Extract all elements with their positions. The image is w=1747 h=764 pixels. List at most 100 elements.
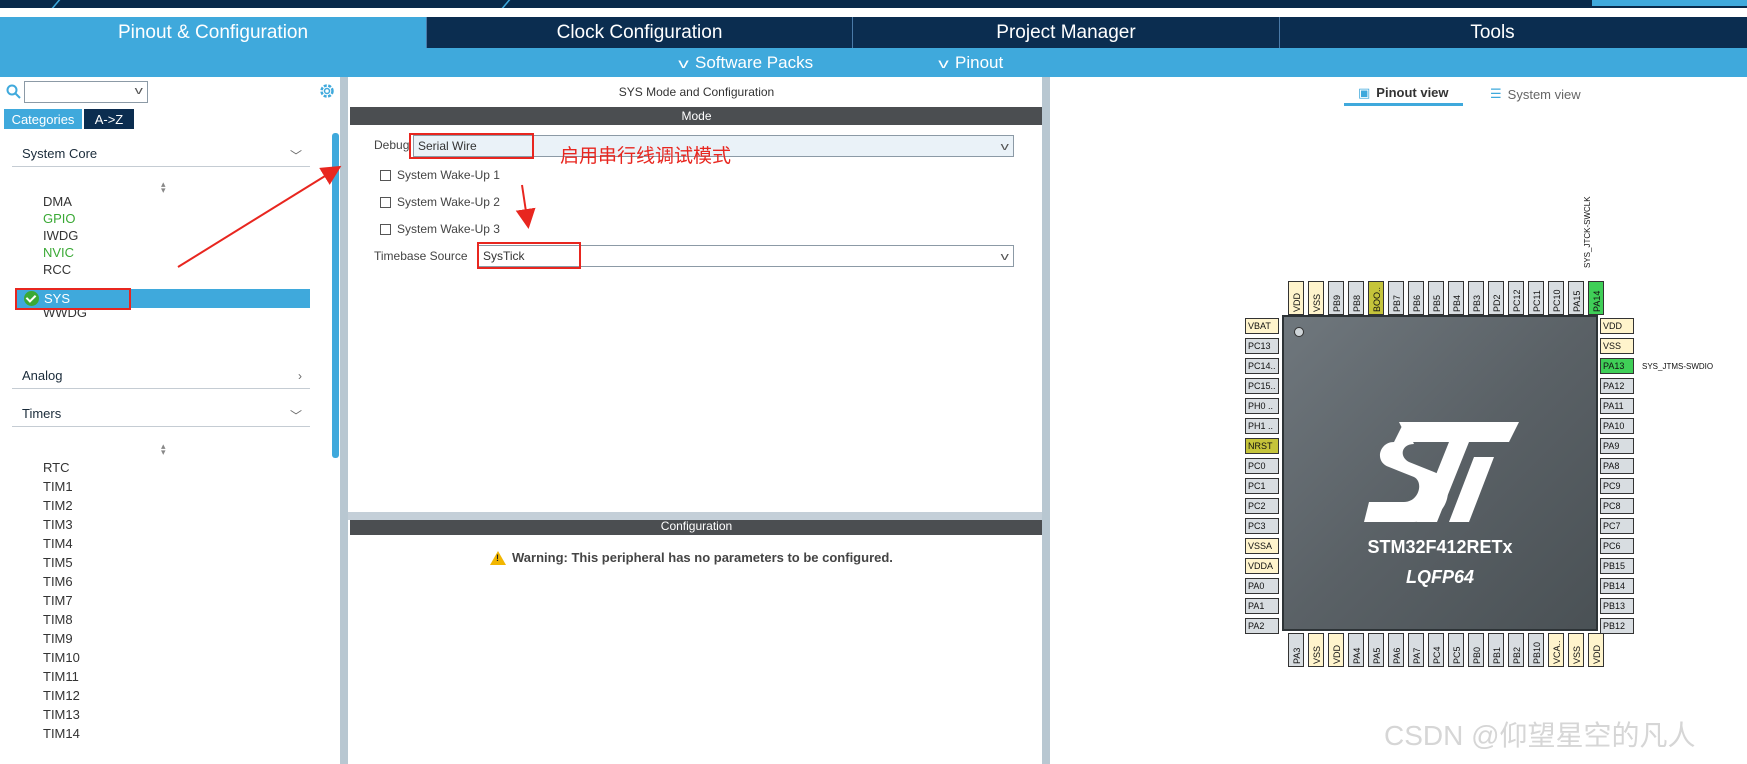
pin-pb14[interactable]: PB14 [1600,578,1634,594]
pin-pa1[interactable]: PA1 [1245,598,1279,614]
pin-pb7[interactable]: PB7 [1388,281,1404,315]
list-item-iwdg[interactable]: IWDG [43,227,78,245]
pin-vdd[interactable]: VDD [1600,318,1634,334]
pin-pa6[interactable]: PA6 [1388,633,1404,667]
wakeup-2-checkbox[interactable]: System Wake-Up 2 [380,195,500,209]
horizontal-splitter[interactable] [348,512,1045,520]
tab-clock-configuration[interactable]: Clock Configuration [426,17,852,48]
list-item-tim1[interactable]: TIM1 [43,478,73,496]
sort-icon[interactable]: ▴ ▾ [161,180,166,195]
pin-pa13[interactable]: PA13 [1600,358,1634,374]
pin-pc14[interactable]: PC14.. [1245,358,1279,374]
pin-pb1[interactable]: PB1 [1488,633,1504,667]
pin-pb8[interactable]: PB8 [1348,281,1364,315]
pin-pb3[interactable]: PB3 [1468,281,1484,315]
system-view-tab[interactable]: ☰ System view [1490,82,1581,106]
left-splitter[interactable] [340,77,348,764]
list-item-tim14[interactable]: TIM14 [43,725,80,743]
pin-vdd[interactable]: VDD [1588,633,1604,667]
pin-pb5[interactable]: PB5 [1428,281,1444,315]
list-item-tim8[interactable]: TIM8 [43,611,73,629]
pin-pc3[interactable]: PC3 [1245,518,1279,534]
tab-tools[interactable]: Tools [1279,17,1705,48]
list-item-tim13[interactable]: TIM13 [43,706,80,724]
pin-pc9[interactable]: PC9 [1600,478,1634,494]
list-item-gpio[interactable]: GPIO [43,210,76,228]
pin-pb2[interactable]: PB2 [1508,633,1524,667]
list-item-dma[interactable]: DMA [43,193,72,211]
sort-icon[interactable]: ▴ ▾ [161,442,166,457]
pin-pc11[interactable]: PC11 [1528,281,1544,315]
pin-pb4[interactable]: PB4 [1448,281,1464,315]
pin-pc0[interactable]: PC0 [1245,458,1279,474]
pin-pa3[interactable]: PA3 [1288,633,1304,667]
pin-pa11[interactable]: PA11 [1600,398,1634,414]
list-item-tim6[interactable]: TIM6 [43,573,73,591]
pin-pc7[interactable]: PC7 [1600,518,1634,534]
pin-vbat[interactable]: VBAT [1245,318,1279,334]
pin-pd2[interactable]: PD2 [1488,281,1504,315]
pin-vss[interactable]: VSS [1568,633,1584,667]
list-item-rcc[interactable]: RCC [43,261,71,279]
pin-pa0[interactable]: PA0 [1245,578,1279,594]
pin-pb6[interactable]: PB6 [1408,281,1424,315]
pin-pa5[interactable]: PA5 [1368,633,1384,667]
pin-pa12[interactable]: PA12 [1600,378,1634,394]
pin-ph1[interactable]: PH1 .. [1245,418,1279,434]
list-item-tim11[interactable]: TIM11 [43,668,79,686]
tab-project-manager[interactable]: Project Manager [852,17,1279,48]
tab-pinout-configuration[interactable]: Pinout & Configuration [0,17,426,48]
checkbox-box[interactable] [380,196,391,208]
az-tab[interactable]: A->Z [84,109,134,129]
pin-vss[interactable]: VSS [1308,633,1324,667]
checkbox-box[interactable] [380,169,391,181]
wakeup-3-checkbox[interactable]: System Wake-Up 3 [380,222,500,236]
pin-pc5[interactable]: PC5 [1448,633,1464,667]
pin-pa15[interactable]: PA15 [1568,281,1584,315]
list-item-tim10[interactable]: TIM10 [43,649,80,667]
categories-tab[interactable]: Categories [4,109,82,129]
category-timers[interactable]: Timers ﹀ [12,401,310,427]
pin-vss[interactable]: VSS [1308,281,1324,315]
pin-pc2[interactable]: PC2 [1245,498,1279,514]
pin-vdda[interactable]: VDDA [1245,558,1279,574]
category-analog[interactable]: Analog › [12,363,310,389]
pin-pb9[interactable]: PB9 [1328,281,1344,315]
checkbox-box[interactable] [380,223,391,235]
pin-vss[interactable]: VSS [1600,338,1634,354]
pin-pa10[interactable]: PA10 [1600,418,1634,434]
pin-pa9[interactable]: PA9 [1600,438,1634,454]
pin-pc10[interactable]: PC10 [1548,281,1564,315]
wakeup-1-checkbox[interactable]: System Wake-Up 1 [380,168,500,182]
search-combobox[interactable]: v [24,81,148,103]
pin-pc6[interactable]: PC6 [1600,538,1634,554]
pin-pb15[interactable]: PB15 [1600,558,1634,574]
pin-boo[interactable]: BOO.. [1368,281,1384,315]
left-scrollbar-thumb[interactable] [332,133,339,458]
list-item-tim3[interactable]: TIM3 [43,516,73,534]
pin-vca[interactable]: VCA.. [1548,633,1564,667]
pin-vdd[interactable]: VDD [1288,281,1304,315]
pin-pc4[interactable]: PC4 [1428,633,1444,667]
pin-pc12[interactable]: PC12 [1508,281,1524,315]
list-item-tim4[interactable]: TIM4 [43,535,73,553]
pin-pc13[interactable]: PC13 [1245,338,1279,354]
pin-pb13[interactable]: PB13 [1600,598,1634,614]
pin-vdd[interactable]: VDD [1328,633,1344,667]
pin-nrst[interactable]: NRST [1245,438,1279,454]
pin-ph0[interactable]: PH0 .. [1245,398,1279,414]
list-item-rtc[interactable]: RTC [43,459,69,477]
pin-pa8[interactable]: PA8 [1600,458,1634,474]
pin-vssa[interactable]: VSSA [1245,538,1279,554]
pin-pa2[interactable]: PA2 [1245,618,1279,634]
middle-splitter[interactable] [1042,77,1050,764]
pin-pa4[interactable]: PA4 [1348,633,1364,667]
list-item-tim5[interactable]: TIM5 [43,554,73,572]
pinout-view-tab[interactable]: ▣ Pinout view [1344,82,1463,106]
mcu-chip[interactable]: STM32F412RETx LQFP64 [1282,315,1598,631]
pin-pa14[interactable]: PA14 [1588,281,1604,315]
pin-pa7[interactable]: PA7 [1408,633,1424,667]
pinout-menu[interactable]: v Pinout [938,48,1003,77]
list-item-tim12[interactable]: TIM12 [43,687,80,705]
list-item-nvic[interactable]: NVIC [43,244,74,262]
